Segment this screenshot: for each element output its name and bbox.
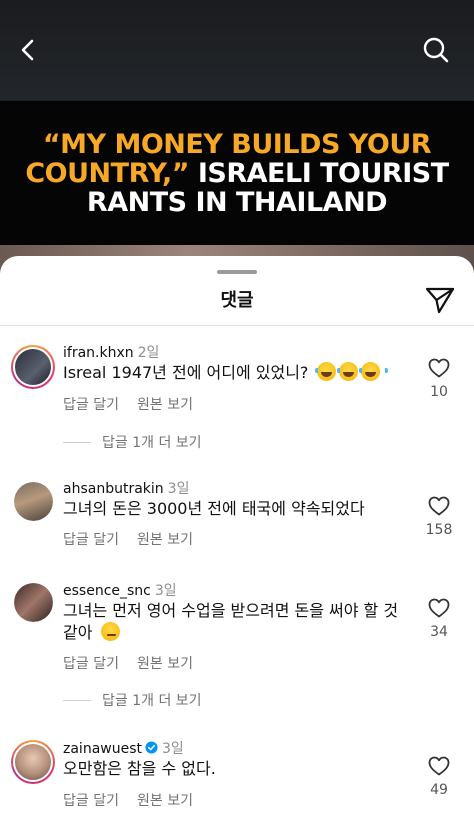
verified-badge-icon bbox=[145, 741, 158, 754]
like-count: 34 bbox=[430, 624, 448, 640]
tears-of-joy-emoji-icon bbox=[358, 362, 388, 381]
reply-button[interactable]: 답글 달기 bbox=[63, 656, 119, 672]
paper-plane-icon bbox=[425, 287, 455, 314]
comment-username[interactable]: ahsanbutrakin bbox=[63, 481, 164, 497]
comment-text: Isreal 1947년 전에 어디에 있었니? bbox=[63, 362, 403, 384]
avatar-image bbox=[13, 742, 53, 782]
comment-actions: 답글 달기 원본 보기 bbox=[63, 529, 193, 549]
comment-age: 3일 bbox=[162, 741, 184, 757]
headline-line-3: RANTS IN THAILAND bbox=[86, 186, 388, 218]
like-button[interactable]: 49 bbox=[426, 756, 452, 798]
comment-text-line-1: 그녀는 먼저 영어 수업을 받으려면 돈을 써야 할 것 bbox=[63, 601, 399, 620]
tears-of-joy-emoji-icon bbox=[336, 362, 366, 381]
comment-meta: ifran.khxn 2일 bbox=[63, 342, 159, 362]
headline-quote-part-2: COUNTRY,” bbox=[25, 157, 189, 189]
reply-button[interactable]: 답글 달기 bbox=[63, 793, 119, 809]
like-count: 10 bbox=[430, 384, 448, 400]
headline-line-1: “MY MONEY BUILDS YOUR bbox=[42, 128, 432, 160]
comment-text: 오만함은 참을 수 없다. bbox=[63, 759, 216, 778]
comment-meta: ahsanbutrakin 3일 bbox=[63, 478, 189, 498]
comment-actions: 답글 달기 원본 보기 bbox=[63, 790, 193, 810]
comment-actions: 답글 달기 원본 보기 bbox=[63, 653, 193, 673]
search-button[interactable] bbox=[414, 28, 458, 72]
heart-outline-icon bbox=[428, 598, 450, 618]
sheet-drag-handle[interactable] bbox=[217, 270, 257, 274]
comment-actions: 답글 달기 원본 보기 bbox=[63, 394, 193, 414]
heart-outline-icon bbox=[428, 756, 450, 776]
comment-meta: essence_snc 3일 bbox=[63, 580, 177, 600]
video-player[interactable]: “MY MONEY BUILDS YOUR COUNTRY,” ISRAELI … bbox=[0, 0, 474, 300]
comment-username[interactable]: essence_snc bbox=[63, 583, 151, 599]
comment-meta: zainawuest 3일 bbox=[63, 738, 184, 758]
see-original-button[interactable]: 원본 보기 bbox=[137, 532, 193, 548]
chevron-left-icon bbox=[21, 39, 34, 61]
comments-title: 댓글 bbox=[220, 290, 254, 311]
avatar-image bbox=[14, 583, 53, 622]
like-button[interactable]: 10 bbox=[426, 358, 452, 400]
headline-quote-part-1: “MY MONEY BUILDS YOUR bbox=[42, 128, 432, 160]
sheet-divider bbox=[0, 325, 474, 326]
avatar[interactable] bbox=[14, 482, 53, 521]
comment-text-body: Isreal 1947년 전에 어디에 있었니? bbox=[63, 363, 309, 382]
video-headline: “MY MONEY BUILDS YOUR COUNTRY,” ISRAELI … bbox=[0, 101, 474, 245]
replies-divider-line bbox=[63, 699, 91, 701]
view-more-replies-label: 답글 1개 더 보기 bbox=[102, 693, 202, 709]
avatar[interactable] bbox=[11, 345, 55, 389]
comment-text-line-2: 같아 bbox=[63, 622, 403, 644]
avatar[interactable] bbox=[14, 583, 53, 622]
comment-username[interactable]: ifran.khxn bbox=[63, 345, 134, 361]
reply-button[interactable]: 답글 달기 bbox=[63, 532, 119, 548]
headline-line-2: COUNTRY,” ISRAELI TOURIST bbox=[25, 157, 449, 189]
heart-outline-icon bbox=[428, 358, 450, 378]
smirk-emoji-icon bbox=[100, 622, 120, 641]
video-frame-top bbox=[0, 0, 474, 100]
share-button[interactable] bbox=[424, 284, 456, 316]
view-more-replies[interactable]: 답글 1개 더 보기 bbox=[63, 432, 202, 452]
back-button[interactable] bbox=[6, 28, 50, 72]
view-more-replies[interactable]: 답글 1개 더 보기 bbox=[63, 690, 202, 710]
headline-rest-part: ISRAELI TOURIST bbox=[188, 157, 449, 189]
comment-age: 3일 bbox=[154, 583, 177, 599]
comment-text: 그녀는 먼저 영어 수업을 받으려면 돈을 써야 할 것 같아 bbox=[63, 600, 403, 644]
view-more-replies-label: 답글 1개 더 보기 bbox=[102, 435, 202, 451]
comment-age: 3일 bbox=[167, 481, 190, 497]
avatar-image bbox=[13, 347, 53, 387]
replies-divider-line bbox=[63, 441, 91, 443]
avatar-image bbox=[14, 482, 53, 521]
heart-outline-icon bbox=[428, 496, 450, 516]
see-original-button[interactable]: 원본 보기 bbox=[137, 656, 193, 672]
comment-text-line-2-body: 같아 bbox=[63, 623, 93, 642]
see-original-button[interactable]: 원본 보기 bbox=[137, 397, 193, 413]
search-icon bbox=[423, 37, 449, 63]
avatar[interactable] bbox=[11, 740, 55, 784]
like-count: 158 bbox=[425, 522, 453, 538]
comment-text: 그녀의 돈은 3000년 전에 태국에 약속되었다 bbox=[63, 499, 365, 518]
tears-of-joy-emoji-icon bbox=[314, 362, 344, 381]
like-button[interactable]: 34 bbox=[426, 598, 452, 640]
like-button[interactable]: 158 bbox=[424, 496, 454, 538]
comments-sheet: 댓글 ifran.khxn 2일 Isreal 1947년 전에 어디에 있었니?… bbox=[0, 256, 474, 815]
comment-age: 2일 bbox=[137, 345, 160, 361]
see-original-button[interactable]: 원본 보기 bbox=[137, 793, 193, 809]
like-count: 49 bbox=[430, 782, 448, 798]
reply-button[interactable]: 답글 달기 bbox=[63, 397, 119, 413]
comment-username[interactable]: zainawuest bbox=[63, 741, 142, 757]
